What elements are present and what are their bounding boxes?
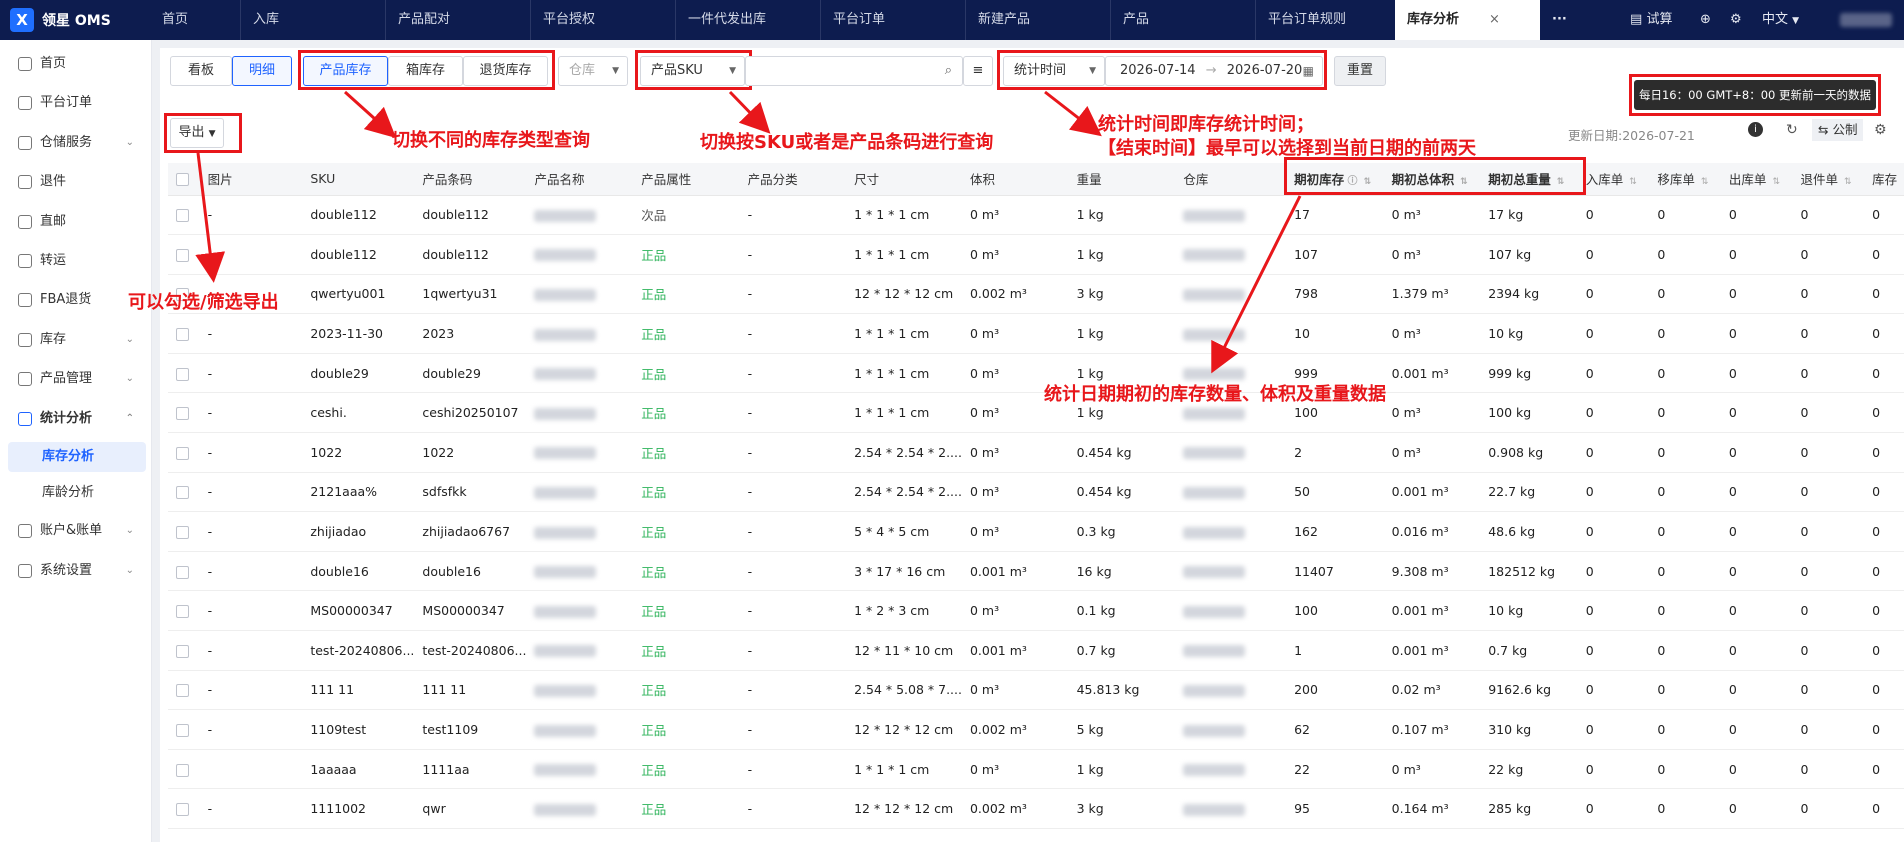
arrow-annotation-3 [1044, 90, 1102, 137]
annotation-stat-time-line1: 统计时间即库存统计时间； [1098, 114, 1314, 135]
annotation-export: 可以勾选/筛选导出 [128, 292, 279, 313]
annotation-opening-stock: 统计日期期初的库存数量、体积及重量数据 [1044, 384, 1386, 405]
annotation-stat-time-line2: 【结束时间】最早可以选择到当前日期的前两天 [1098, 138, 1476, 159]
annotation-type-switch: 切换不同的库存类型查询 [392, 130, 590, 151]
arrow-annotation-1 [343, 90, 397, 139]
arrow-annotation-2 [728, 90, 771, 134]
arrow-annotation-5 [1211, 195, 1302, 374]
arrow-annotation-4 [195, 152, 226, 283]
annotation-arrows [195, 90, 1302, 374]
annotation-sku-switch: 切换按SKU或者是产品条码进行查询 [700, 132, 994, 153]
